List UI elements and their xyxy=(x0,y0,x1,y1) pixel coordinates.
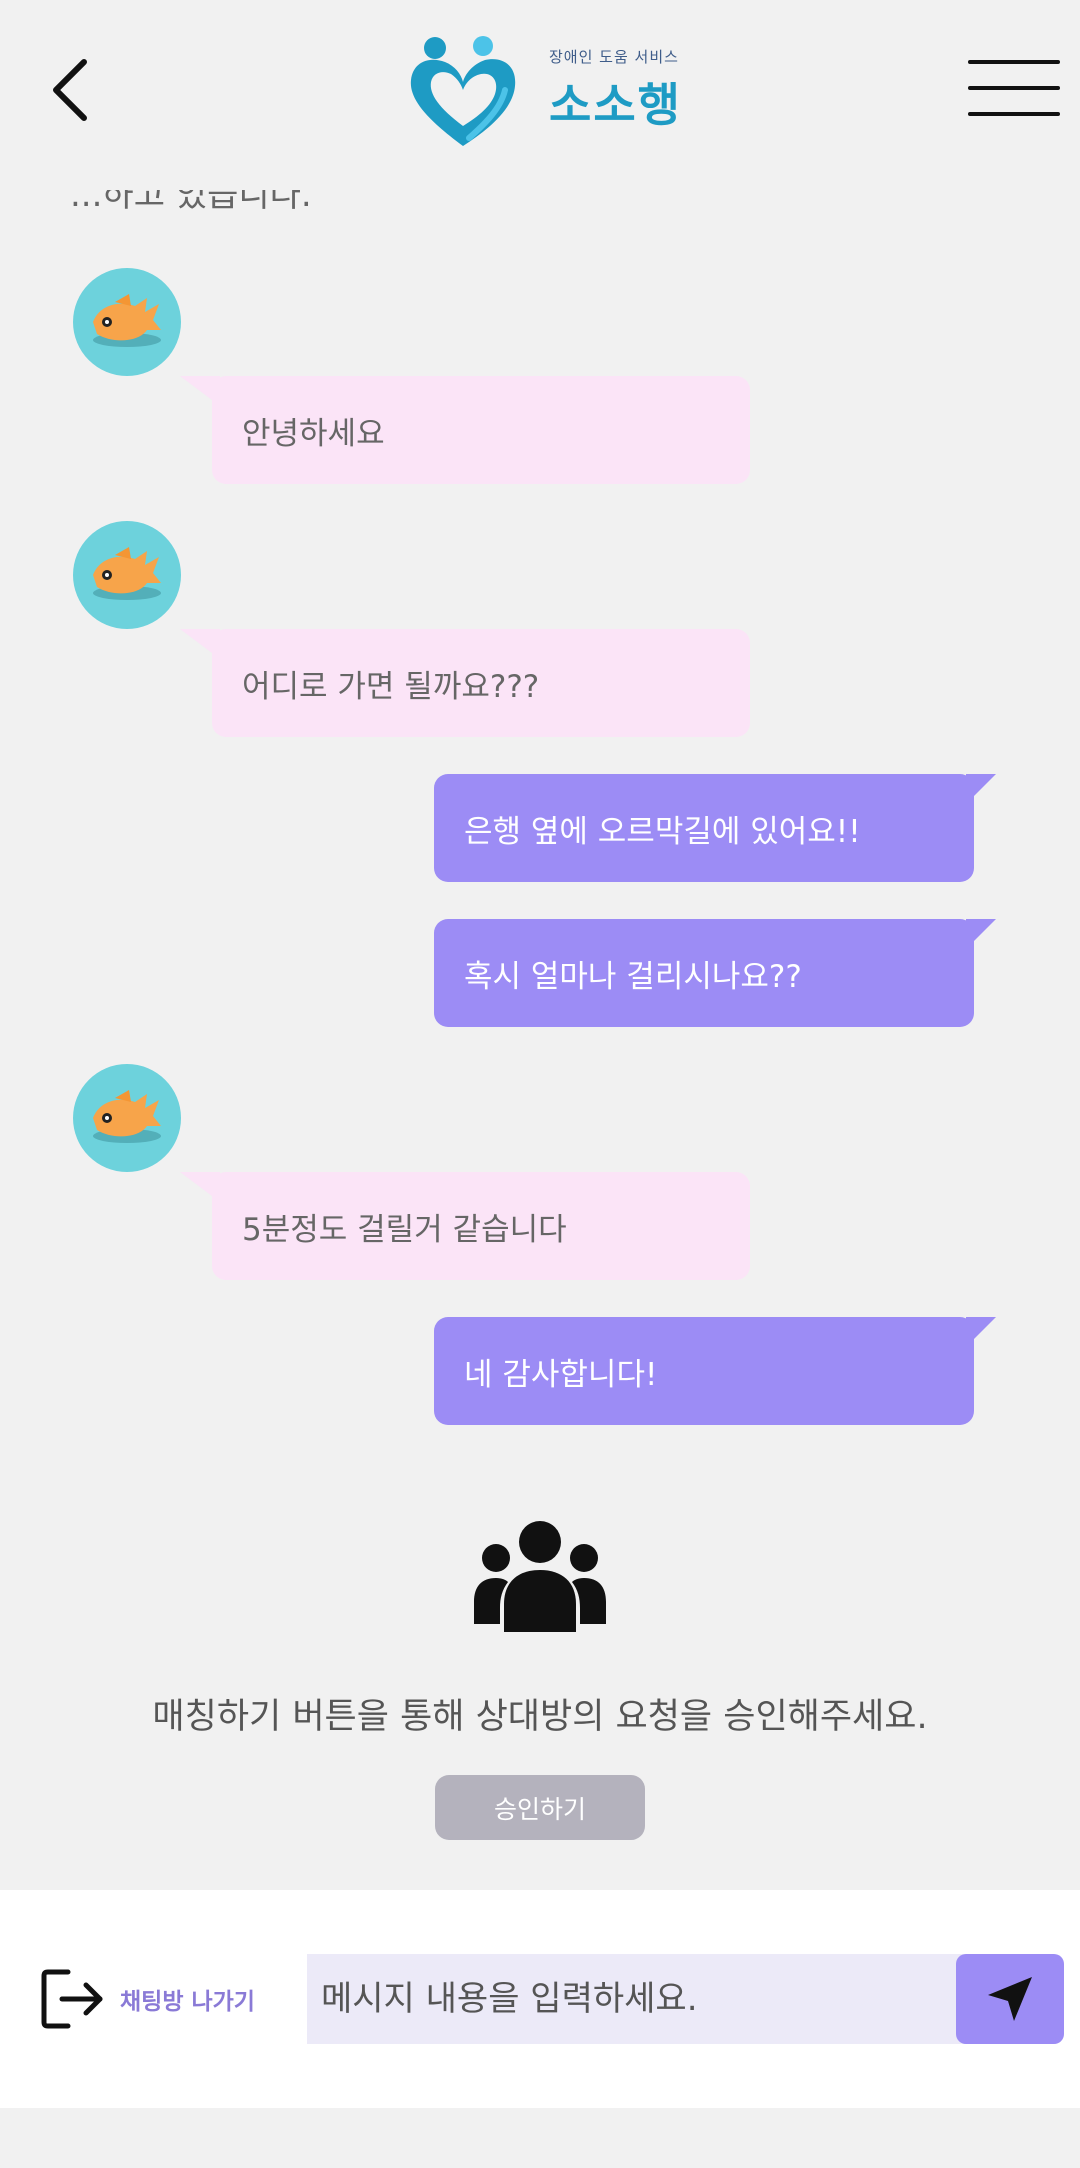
heart-logo-icon xyxy=(410,36,516,146)
send-button[interactable] xyxy=(956,1954,1064,2044)
partner-avatar xyxy=(73,268,181,376)
logo-subtitle: 장애인 도움 서비스 xyxy=(549,47,679,66)
exit-chat-label: 채팅방 나가기 xyxy=(120,1989,255,2015)
exit-chat-button[interactable]: 채팅방 나가기 xyxy=(40,1966,255,2032)
message-text: 은행 옆에 오르막길에 있어요!! xyxy=(464,813,861,850)
message-text: 네 감사합니다! xyxy=(464,1356,658,1393)
partner-avatar xyxy=(73,521,181,629)
incoming-message-bubble: 안녕하세요 xyxy=(180,376,750,484)
chat-message-list[interactable]: ...하고 있습니다. 안녕하세요 어디로 가면 될까요??? 은행 옆에 오르… xyxy=(0,190,1080,1890)
message-text: 5분정도 걸릴거 같습니다 xyxy=(242,1211,567,1248)
incoming-message-bubble: 어디로 가면 될까요??? xyxy=(180,629,750,737)
outgoing-message-bubble: 혹시 얼마나 걸리시나요?? xyxy=(434,919,996,1027)
outgoing-message-bubble: 은행 옆에 오르막길에 있어요!! xyxy=(434,774,996,882)
app-header: 장애인 도움 서비스 소소행 xyxy=(0,0,1080,190)
group-people-icon xyxy=(474,1521,606,1632)
message-input[interactable] xyxy=(307,1954,977,2044)
chat-footer: 채팅방 나가기 xyxy=(0,1890,1080,2108)
back-button[interactable] xyxy=(40,50,100,130)
chevron-left-icon xyxy=(53,59,87,121)
send-arrow-icon xyxy=(988,1977,1032,2021)
goldfish-avatar-icon xyxy=(93,294,161,347)
app-logo: 장애인 도움 서비스 소소행 xyxy=(405,28,695,152)
goldfish-avatar-icon xyxy=(93,1090,161,1143)
menu-button[interactable] xyxy=(968,56,1060,122)
goldfish-avatar-icon xyxy=(93,547,161,600)
message-text: 안녕하세요 xyxy=(242,415,385,452)
hamburger-menu-icon xyxy=(968,60,1060,64)
incoming-message-bubble: 5분정도 걸릴거 같습니다 xyxy=(180,1172,750,1280)
matching-instruction-text: 매칭하기 버튼을 통해 상대방의 요청을 승인해주세요. xyxy=(152,1697,928,1737)
outgoing-message-bubble: 네 감사합니다! xyxy=(434,1317,996,1425)
partial-message-text: ...하고 있습니다. xyxy=(70,190,312,215)
exit-door-icon xyxy=(41,1969,103,2029)
logo-title: 소소행 xyxy=(549,77,682,132)
message-text: 어디로 가면 될까요??? xyxy=(242,668,540,705)
partner-avatar xyxy=(73,1064,181,1172)
approve-button[interactable]: 승인하기 xyxy=(435,1775,645,1840)
message-text: 혹시 얼마나 걸리시나요?? xyxy=(464,958,802,995)
